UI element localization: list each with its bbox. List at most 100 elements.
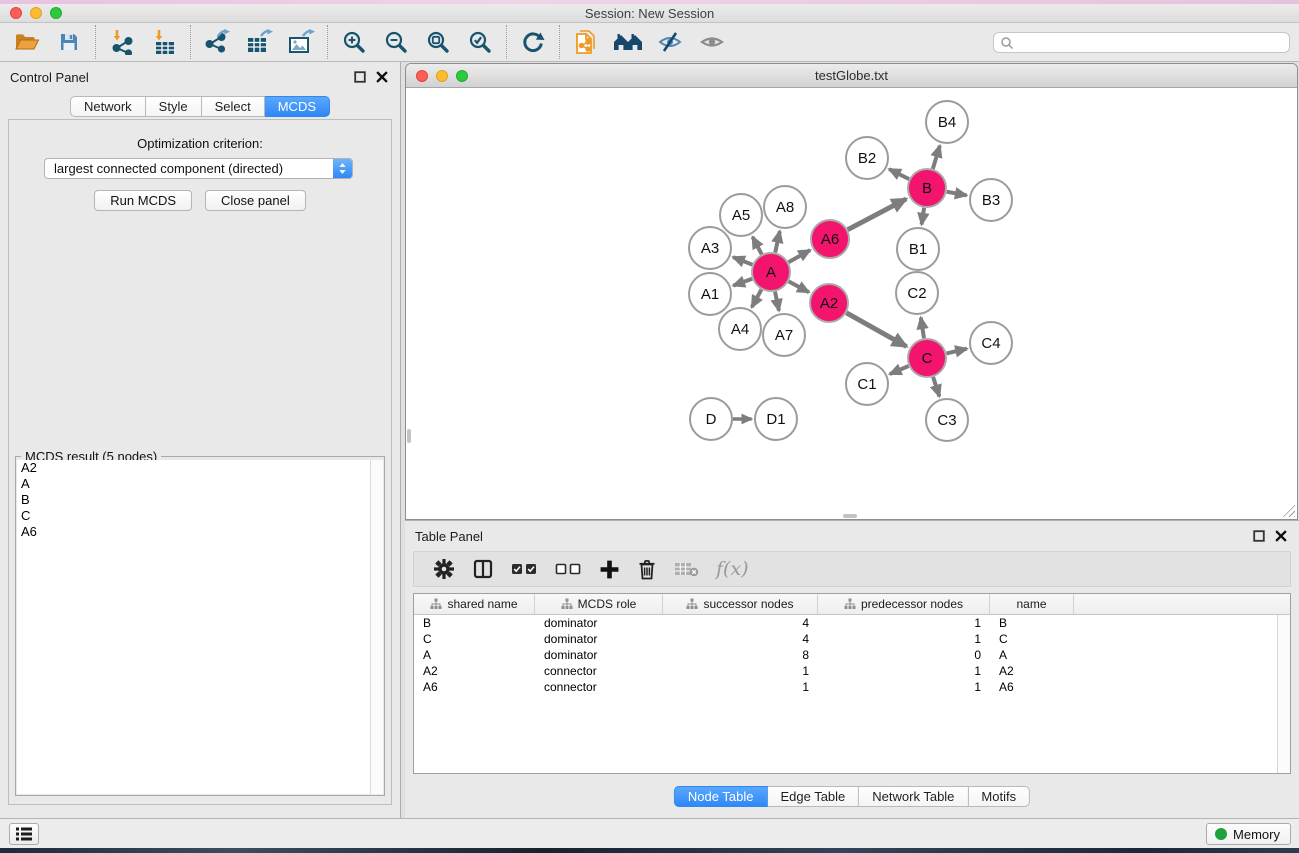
close-panel-icon[interactable] [376, 71, 388, 83]
delete-rows-icon[interactable] [637, 554, 657, 584]
export-table-icon[interactable] [238, 25, 280, 59]
network-canvas[interactable]: B4B2BB3A8A5A6A3B1AA1C2A2A4A7C4CC1C3DD1 [406, 89, 1297, 519]
edge-a2-c[interactable] [846, 313, 906, 347]
show-all-icon[interactable] [691, 25, 733, 59]
table-row[interactable]: Bdominator41B [414, 615, 1290, 631]
node-a[interactable]: A [752, 253, 790, 291]
column-header-name[interactable]: name [990, 594, 1074, 614]
node-a3[interactable]: A3 [689, 227, 731, 269]
column-header-mcds-role[interactable]: MCDS role [535, 594, 663, 614]
tab-motifs[interactable]: Motifs [968, 786, 1030, 807]
edge-a-a2[interactable] [789, 281, 809, 292]
select-all-icon[interactable] [511, 554, 538, 584]
node-b[interactable]: B [908, 169, 946, 207]
tab-network[interactable]: Network [70, 96, 146, 117]
edge-a-a5[interactable] [753, 237, 762, 254]
tab-node-table[interactable]: Node Table [674, 786, 768, 807]
mcds-result-item[interactable]: A6 [17, 524, 370, 540]
table-settings-icon[interactable] [433, 554, 455, 584]
edge-a-a6[interactable] [789, 250, 811, 262]
table-row[interactable]: A2connector11A2 [414, 663, 1290, 679]
node-b2[interactable]: B2 [846, 137, 888, 179]
node-a7[interactable]: A7 [763, 314, 805, 356]
edge-a-a8[interactable] [775, 231, 780, 252]
edge-b-b3[interactable] [947, 192, 967, 196]
canvas-vertical-scrollbar[interactable] [407, 429, 411, 443]
add-row-icon[interactable] [599, 554, 620, 584]
table-row[interactable]: Cdominator41C [414, 631, 1290, 647]
tab-select[interactable]: Select [202, 96, 265, 117]
zoom-out-icon[interactable] [375, 25, 417, 59]
edge-c-c2[interactable] [921, 318, 924, 339]
function-builder-icon[interactable]: f(x) [716, 554, 749, 584]
table-scrollbar[interactable] [1277, 615, 1290, 773]
node-b1[interactable]: B1 [897, 228, 939, 270]
search-input[interactable] [1014, 34, 1289, 51]
edge-c-c4[interactable] [947, 349, 967, 354]
export-image-icon[interactable] [280, 25, 322, 59]
zoom-in-icon[interactable] [333, 25, 375, 59]
edge-b-b2[interactable] [889, 169, 909, 179]
mcds-result-item[interactable]: A [17, 476, 370, 492]
deselect-all-icon[interactable] [555, 554, 582, 584]
node-a4[interactable]: A4 [719, 308, 761, 350]
table-row[interactable]: Adominator80A [414, 647, 1290, 663]
column-header-predecessor-nodes[interactable]: predecessor nodes [818, 594, 990, 614]
tab-network-table[interactable]: Network Table [859, 786, 968, 807]
tab-style[interactable]: Style [146, 96, 202, 117]
edge-b-b1[interactable] [922, 208, 925, 225]
new-network-from-selection-icon[interactable] [565, 25, 607, 59]
float-panel-icon[interactable] [354, 71, 366, 83]
node-a6[interactable]: A6 [811, 220, 849, 258]
tab-edge-table[interactable]: Edge Table [767, 786, 859, 807]
column-header-shared-name[interactable]: shared name [414, 594, 535, 614]
zoom-selected-icon[interactable] [459, 25, 501, 59]
node-c3[interactable]: C3 [926, 399, 968, 441]
first-neighbors-icon[interactable] [607, 25, 649, 59]
edge-a6-b[interactable] [848, 199, 907, 230]
node-a5[interactable]: A5 [720, 194, 762, 236]
tab-mcds[interactable]: MCDS [265, 96, 330, 117]
refresh-network-icon[interactable] [512, 25, 554, 59]
show-columns-icon[interactable] [472, 554, 494, 584]
table-row[interactable]: A6connector11A6 [414, 679, 1290, 695]
edge-c-c3[interactable] [933, 377, 939, 396]
delete-table-icon[interactable] [674, 554, 699, 584]
edge-a-a7[interactable] [775, 292, 779, 311]
canvas-horizontal-scrollbar[interactable] [843, 514, 857, 518]
memory-button[interactable]: Memory [1206, 823, 1291, 845]
import-network-icon[interactable] [101, 25, 143, 59]
criterion-dropdown[interactable]: largest connected component (directed) [44, 158, 353, 179]
hide-selected-icon[interactable] [649, 25, 691, 59]
close-table-panel-icon[interactable] [1275, 530, 1287, 542]
zoom-fit-icon[interactable] [417, 25, 459, 59]
node-b3[interactable]: B3 [970, 179, 1012, 221]
mcds-result-item[interactable]: B [17, 492, 370, 508]
edge-a-a3[interactable] [733, 257, 752, 265]
result-list-scrollbar[interactable] [370, 460, 383, 794]
export-network-icon[interactable] [196, 25, 238, 59]
node-c2[interactable]: C2 [896, 272, 938, 314]
import-table-icon[interactable] [143, 25, 185, 59]
node-a8[interactable]: A8 [764, 186, 806, 228]
node-a2[interactable]: A2 [810, 284, 848, 322]
edge-a-a4[interactable] [752, 290, 762, 308]
column-header-successor-nodes[interactable]: successor nodes [663, 594, 818, 614]
float-table-panel-icon[interactable] [1253, 530, 1265, 542]
mcds-result-item[interactable]: A2 [17, 460, 370, 476]
edge-a-a1[interactable] [733, 279, 752, 286]
edge-c-c1[interactable] [890, 366, 909, 374]
node-b4[interactable]: B4 [926, 101, 968, 143]
node-c4[interactable]: C4 [970, 322, 1012, 364]
save-session-icon[interactable] [48, 25, 90, 59]
close-panel-button[interactable]: Close panel [205, 190, 306, 211]
node-a1[interactable]: A1 [689, 273, 731, 315]
node-c[interactable]: C [908, 339, 946, 377]
mcds-result-item[interactable]: C [17, 508, 370, 524]
edge-b-b4[interactable] [933, 146, 940, 169]
run-mcds-button[interactable]: Run MCDS [94, 190, 192, 211]
node-d[interactable]: D [690, 398, 732, 440]
open-file-icon[interactable] [6, 25, 48, 59]
node-d1[interactable]: D1 [755, 398, 797, 440]
task-history-button[interactable] [9, 823, 39, 845]
